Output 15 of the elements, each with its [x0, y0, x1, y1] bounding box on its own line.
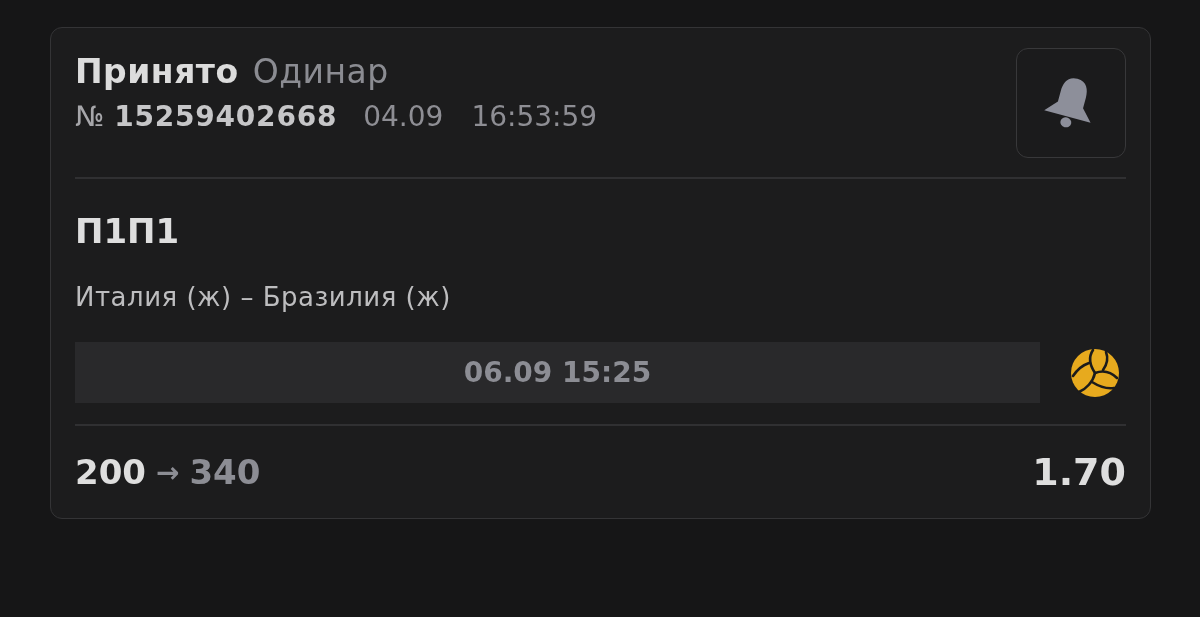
- bet-date: 04.09: [363, 99, 444, 135]
- stake-amount: 200: [75, 452, 146, 492]
- bet-time: 16:53:59: [471, 99, 598, 135]
- event-start-time: 06.09 15:25: [75, 342, 1040, 403]
- volleyball-icon: [1070, 347, 1120, 398]
- arrow-glyph: →: [156, 455, 180, 489]
- number-sign: №: [75, 99, 105, 135]
- event-name: Италия (ж) – Бразилия (ж): [75, 281, 452, 314]
- payout-amount: 340: [189, 452, 261, 492]
- bet-status: Принято: [75, 52, 239, 92]
- bet-selection: П1П1: [75, 210, 181, 253]
- notification-button[interactable]: [1016, 48, 1126, 158]
- bet-number: 15259402668: [114, 99, 338, 135]
- bet-odds: 1.70: [1032, 450, 1126, 494]
- bet-type: Одинар: [252, 52, 389, 92]
